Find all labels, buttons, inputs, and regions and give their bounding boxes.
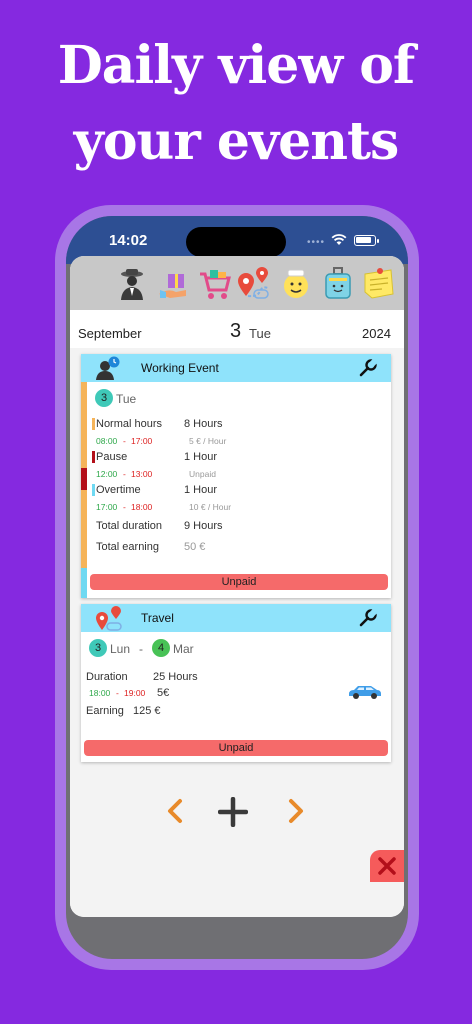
location-icon[interactable] [236, 266, 272, 302]
travel-status-badge[interactable]: Unpaid [84, 740, 388, 756]
wrench-icon[interactable] [359, 359, 377, 377]
end-day-circle: 4 [152, 639, 170, 657]
shopping-cart-icon[interactable] [196, 266, 232, 302]
headline-line-1: Daily view of [57, 35, 416, 96]
day-circle: 3 [95, 389, 113, 407]
phone-frame: 14:02 •••• September 3 Tue 2024 Working … [55, 205, 419, 970]
app-window: September 3 Tue 2024 Working Event 3 Tue… [70, 256, 404, 917]
close-icon [378, 857, 396, 875]
smiley-icon[interactable] [278, 266, 314, 302]
signal-icon: •••• [307, 237, 326, 248]
working-event-header: Working Event [81, 354, 391, 382]
date-dash: - [139, 642, 143, 656]
travel-earning-label: Earning [86, 705, 124, 717]
working-event-status-badge[interactable]: Unpaid [90, 574, 388, 590]
normal-hours-end: 17:00 [131, 436, 153, 446]
wifi-icon [331, 234, 347, 245]
start-day-circle: 3 [89, 639, 107, 657]
travel-earning-value: 125 € [133, 705, 161, 717]
close-button[interactable] [370, 850, 404, 882]
pause-sep: - [123, 469, 126, 479]
normal-hours-rate: 5 € / Hour [189, 436, 227, 446]
travel-location-icon [96, 606, 122, 631]
phone-screen: 14:02 •••• September 3 Tue 2024 Working … [66, 216, 408, 959]
worker-clock-icon [96, 356, 120, 380]
pause-start: 12:00 [96, 469, 118, 479]
total-duration-value: 9 Hours [184, 520, 223, 532]
travel-sep: - [116, 688, 119, 698]
working-event-title: Working Event [141, 361, 219, 375]
travel-amount: 5€ [157, 687, 170, 699]
start-weekday: Lun [110, 642, 131, 656]
normal-hours-label: Normal hours [96, 418, 163, 430]
pause-end: 13:00 [131, 469, 153, 479]
overtime-marker [92, 484, 95, 496]
next-arrow-icon[interactable] [287, 798, 305, 824]
month-label[interactable]: September [78, 326, 142, 341]
date-bar: September 3 Tue 2024 [70, 314, 404, 346]
day-weekday: Tue [116, 392, 137, 406]
normal-hours-marker [92, 418, 95, 430]
overtime-start: 17:00 [96, 502, 118, 512]
headline-line-2: your events [73, 111, 400, 172]
car-icon [349, 686, 381, 699]
travel-duration-label: Duration [86, 671, 128, 683]
headline: Daily view of your events [0, 28, 472, 180]
travel-duration-value: 25 Hours [153, 671, 198, 683]
overtime-value: 1 Hour [184, 484, 218, 496]
pause-value: 1 Hour [184, 451, 218, 463]
travel-card[interactable]: Travel 3 Lun - 4 Mar Duration 25 Hours 1… [81, 604, 391, 762]
previous-arrow-icon[interactable] [166, 798, 184, 824]
pause-rate: Unpaid [189, 469, 216, 479]
total-duration-label: Total duration [96, 520, 163, 532]
overtime-rate: 10 € / Hour [189, 502, 232, 512]
overtime-bar [81, 568, 87, 598]
year-label[interactable]: 2024 [362, 326, 391, 341]
weekday-label: Tue [249, 326, 271, 341]
end-weekday: Mar [173, 642, 194, 656]
luggage-icon[interactable] [320, 266, 356, 302]
overtime-bar-top [81, 490, 87, 568]
normal-hours-start: 08:00 [96, 436, 118, 446]
add-button[interactable] [218, 797, 248, 827]
wrench-icon[interactable] [359, 609, 377, 627]
working-event-card[interactable]: Working Event 3 Tue Normal hours 8 Hours… [81, 354, 391, 598]
battery-icon [354, 235, 379, 246]
worker-icon[interactable] [114, 266, 150, 302]
dynamic-island [186, 227, 286, 257]
overtime-sep: - [123, 502, 126, 512]
gift-icon[interactable] [156, 266, 192, 302]
total-earning-value: 50 € [184, 541, 206, 553]
overtime-end: 18:00 [131, 502, 153, 512]
overtime-label: Overtime [96, 484, 141, 496]
travel-header: Travel [81, 604, 391, 632]
normal-hours-value: 8 Hours [184, 418, 223, 430]
normal-hours-bar [81, 382, 87, 468]
travel-title: Travel [141, 611, 174, 625]
day-number[interactable]: 3 [230, 320, 241, 343]
travel-start: 18:00 [89, 688, 111, 698]
sticky-note-icon[interactable] [360, 266, 396, 302]
events-list[interactable]: Working Event 3 Tue Normal hours 8 Hours… [70, 348, 404, 917]
category-toolbar [70, 256, 404, 310]
total-earning-label: Total earning [96, 541, 159, 553]
normal-hours-sep: - [123, 436, 126, 446]
pause-bar [81, 468, 87, 490]
status-time: 14:02 [109, 232, 148, 249]
travel-end: 19:00 [124, 688, 146, 698]
pause-marker [92, 451, 95, 463]
pause-label: Pause [96, 451, 128, 463]
